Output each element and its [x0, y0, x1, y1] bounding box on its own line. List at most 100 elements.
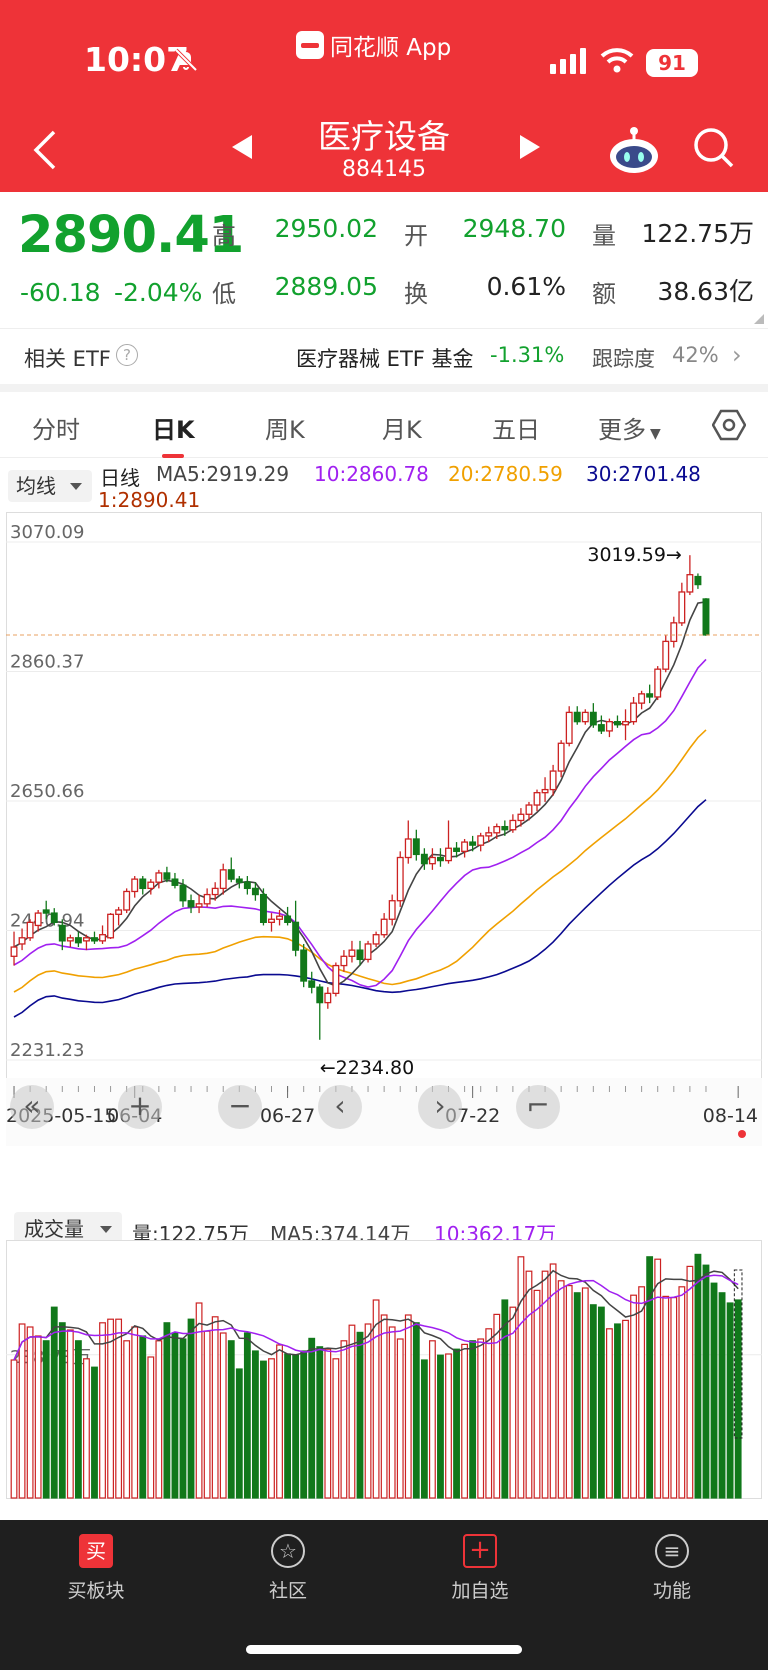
- volume-bar-up: [533, 1289, 541, 1499]
- candle-down: [187, 900, 195, 908]
- candle-down: [243, 881, 251, 890]
- app-logo-icon: [296, 31, 324, 59]
- candle-up: [340, 955, 348, 967]
- volume-bar-down: [573, 1292, 581, 1499]
- candle-down: [614, 721, 621, 726]
- search-icon[interactable]: [692, 126, 736, 170]
- candle-down: [300, 949, 308, 982]
- tab-weekly-k[interactable]: 周K: [265, 410, 305, 445]
- candle-up: [485, 832, 493, 837]
- volume-bar-down: [300, 1350, 308, 1499]
- etf-fund-name: 医疗器械 ETF 基金: [296, 347, 474, 371]
- candle-down: [259, 893, 267, 923]
- volume-bar-up: [372, 1299, 380, 1499]
- help-icon[interactable]: ?: [116, 344, 138, 366]
- volume-bar-up: [509, 1306, 517, 1499]
- ma30-value: 30:2701.48: [586, 462, 701, 486]
- low-marker-label: ←2234.80: [320, 1057, 415, 1079]
- x-tick-label: 08-14: [703, 1105, 758, 1127]
- volume-bar-down: [179, 1338, 187, 1499]
- next-sector-button[interactable]: [520, 135, 540, 159]
- tab-five-day[interactable]: 五日: [492, 410, 540, 445]
- volume-bar-up: [686, 1265, 694, 1499]
- volume-bar-down: [91, 1366, 98, 1499]
- candle-up: [203, 893, 211, 905]
- nav-add-watchlist-label: 加自选: [451, 1580, 509, 1602]
- active-tab-indicator: [162, 454, 184, 458]
- volume-bar-down: [694, 1253, 702, 1499]
- candle-up: [82, 937, 90, 942]
- candle-up: [557, 742, 565, 772]
- volume-bar-down: [710, 1282, 718, 1499]
- related-etf-row[interactable]: 相关 ETF ? 医疗器械 ETF 基金 -1.31% 跟踪度 42% ›: [0, 328, 768, 384]
- scroll-right-button[interactable]: ›: [418, 1085, 462, 1129]
- candlestick-chart[interactable]: 3070.092860.372650.662440.942231.233019.…: [6, 512, 762, 1146]
- volume-bar-up: [630, 1294, 637, 1499]
- scroll-left-button[interactable]: ‹: [318, 1085, 362, 1129]
- tab-intraday[interactable]: 分时: [32, 410, 80, 445]
- volume-bar-up: [332, 1358, 340, 1499]
- candle-down: [469, 841, 477, 846]
- candle-up: [34, 912, 42, 927]
- volume-chart[interactable]: 238.73万: [6, 1240, 762, 1500]
- scroll-left-fast-button[interactable]: «: [10, 1085, 54, 1129]
- nav-community[interactable]: ☆ 社区: [218, 1534, 358, 1603]
- volume-bar-up: [517, 1256, 525, 1499]
- volume-bar-down: [292, 1354, 300, 1499]
- candle-up: [477, 835, 485, 846]
- volume-bar-up: [203, 1330, 211, 1499]
- candle-down: [420, 853, 428, 865]
- chart-frame: [6, 512, 762, 1079]
- expand-corner-icon[interactable]: [754, 314, 764, 324]
- nav-buy-sector[interactable]: 买 买板块: [26, 1534, 166, 1603]
- community-star-icon: ☆: [271, 1534, 305, 1568]
- candle-down: [50, 912, 58, 923]
- candle-up: [445, 847, 452, 862]
- candle-up: [461, 841, 469, 852]
- volume-bar-down: [453, 1348, 460, 1499]
- volume-bar-up: [678, 1286, 686, 1499]
- volume-bar-down: [597, 1306, 605, 1499]
- volume-bar-up: [131, 1326, 139, 1499]
- ma-select-button[interactable]: 均线: [8, 470, 92, 502]
- candle-up: [581, 711, 589, 723]
- candle-up: [517, 813, 525, 822]
- robot-assistant-icon[interactable]: [606, 126, 662, 176]
- turnover-value: 0.61%: [486, 272, 566, 301]
- volume-bar-up: [147, 1356, 155, 1499]
- candle-down: [179, 884, 187, 902]
- candle-down: [171, 878, 179, 886]
- volume-bar-down: [171, 1332, 179, 1499]
- volume-bar-down: [469, 1340, 477, 1499]
- candle-down: [589, 711, 597, 726]
- volume-bar-down: [501, 1299, 509, 1499]
- volume-bar-up: [622, 1319, 629, 1499]
- volume-bar-up: [461, 1343, 469, 1499]
- candle-down: [42, 909, 50, 914]
- tracking-label: 跟踪度: [592, 347, 655, 371]
- zoom-in-button[interactable]: +: [118, 1085, 162, 1129]
- volume-bar-down: [74, 1340, 82, 1499]
- fullscreen-button[interactable]: ⌐: [516, 1085, 560, 1129]
- candle-up: [541, 788, 549, 794]
- etf-label: 相关 ETF: [24, 347, 111, 371]
- volume-bar-up: [445, 1353, 452, 1499]
- nav-functions[interactable]: ≡ 功能: [602, 1534, 742, 1603]
- volume-bar-down: [726, 1302, 734, 1499]
- volume-bar-up: [276, 1344, 283, 1499]
- nav-add-watchlist[interactable]: + 加自选: [410, 1534, 550, 1603]
- settings-hex-icon[interactable]: [712, 408, 746, 442]
- volume-bar-up: [654, 1258, 662, 1499]
- candle-up: [26, 921, 34, 939]
- volume-bar-down: [58, 1322, 66, 1499]
- candle-up: [195, 903, 203, 908]
- tab-more[interactable]: 更多 ▼: [598, 410, 661, 445]
- volume-bar-up: [670, 1296, 678, 1499]
- tab-monthly-k[interactable]: 月K: [382, 410, 422, 445]
- volume-bar-up: [107, 1318, 114, 1499]
- tab-daily-k[interactable]: 日K: [152, 410, 195, 445]
- candle-up: [678, 591, 686, 624]
- candle-down: [412, 838, 420, 856]
- zoom-out-button[interactable]: −: [218, 1085, 262, 1129]
- volume-bar-up: [123, 1340, 131, 1499]
